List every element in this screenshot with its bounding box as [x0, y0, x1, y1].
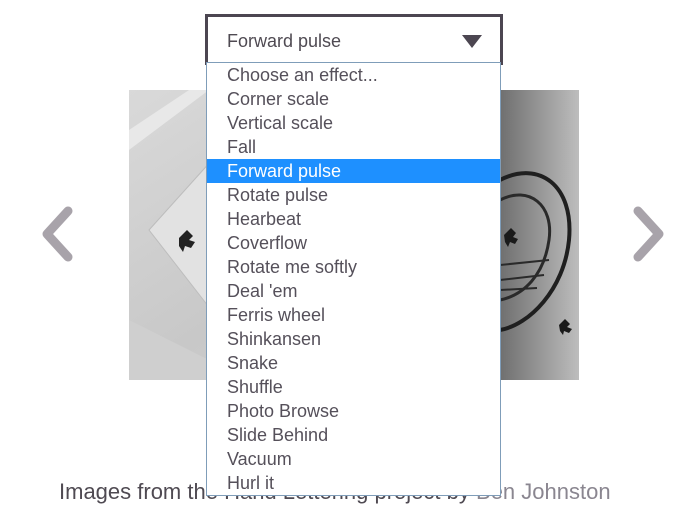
triangle-down-icon — [462, 35, 482, 48]
effect-option[interactable]: Shuffle — [207, 375, 500, 399]
effect-option[interactable]: Ferris wheel — [207, 303, 500, 327]
effect-select-value: Forward pulse — [227, 31, 342, 51]
effect-option[interactable]: Choose an effect... — [207, 63, 500, 87]
effect-option[interactable]: Rotate me softly — [207, 255, 500, 279]
effect-select[interactable]: Forward pulse — [205, 14, 503, 65]
effect-option[interactable]: Hurl it — [207, 471, 500, 495]
effect-option[interactable]: Hearbeat — [207, 207, 500, 231]
effect-option[interactable]: Corner scale — [207, 87, 500, 111]
effect-option[interactable]: Vacuum — [207, 447, 500, 471]
effect-option[interactable]: Deal 'em — [207, 279, 500, 303]
effect-option[interactable]: Rotate pulse — [207, 183, 500, 207]
effect-option[interactable]: Slide Behind — [207, 423, 500, 447]
effect-option[interactable]: Shinkansen — [207, 327, 500, 351]
effect-dropdown-list[interactable]: Choose an effect... Corner scale Vertical … — [206, 62, 501, 496]
effect-option[interactable]: Forward pulse — [207, 159, 500, 183]
chevron-left-icon[interactable] — [38, 205, 78, 263]
effect-option[interactable]: Photo Browse — [207, 399, 500, 423]
effect-option[interactable]: Fall — [207, 135, 500, 159]
effect-option[interactable]: Coverflow — [207, 231, 500, 255]
chevron-right-icon[interactable] — [628, 205, 668, 263]
effect-option[interactable]: Vertical scale — [207, 111, 500, 135]
effect-option[interactable]: Snake — [207, 351, 500, 375]
